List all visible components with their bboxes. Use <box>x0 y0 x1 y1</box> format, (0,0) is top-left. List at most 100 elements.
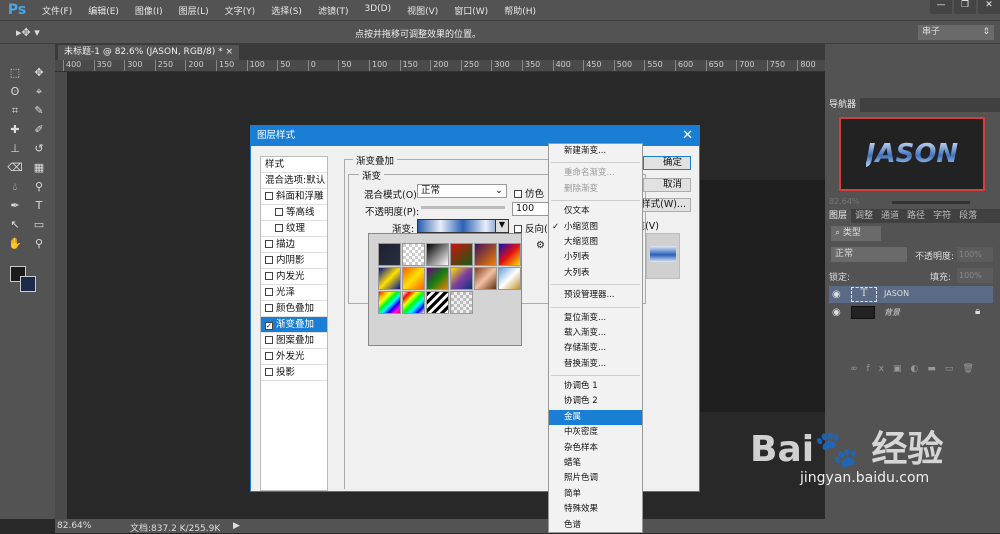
history-brush-tool-icon[interactable]: ↺ <box>30 142 48 158</box>
menu-item[interactable]: 小缩览图 ✓ <box>549 220 642 235</box>
shape-tool-icon[interactable]: ▭ <box>30 218 48 234</box>
checkbox[interactable] <box>275 208 283 216</box>
menu-4[interactable]: 文字(Y) <box>217 4 264 17</box>
menu-item[interactable]: 新建渐变... <box>549 144 642 159</box>
style-item[interactable]: 斜面和浮雕 <box>261 189 327 205</box>
dodge-tool-icon[interactable]: ⚲ <box>30 180 48 196</box>
menu-item[interactable]: 存储渐变... <box>549 341 642 356</box>
menu-item[interactable]: 载入渐变... <box>549 326 642 341</box>
layer-filter-select[interactable]: ⌕ 类型 <box>831 226 881 241</box>
menu-6[interactable]: 滤镜(T) <box>310 4 357 17</box>
zoom-tool-icon[interactable]: ⚲ <box>30 237 48 253</box>
menu-9[interactable]: 窗口(W) <box>446 4 496 17</box>
tab-layers-4[interactable]: 字符 <box>929 209 955 223</box>
checkbox[interactable] <box>265 192 273 200</box>
menu-item[interactable]: 中灰密度 <box>549 425 642 440</box>
menu-1[interactable]: 编辑(E) <box>80 4 127 17</box>
lasso-tool-icon[interactable]: ʘ <box>6 85 24 101</box>
cancel-button[interactable]: 取消 <box>643 178 691 192</box>
menu-5[interactable]: 选择(S) <box>263 4 310 17</box>
menu-item[interactable]: 蜡笔 <box>549 456 642 471</box>
marquee-tool-icon[interactable]: ⬚ <box>6 66 24 82</box>
minimize-button[interactable]: — <box>930 0 952 14</box>
menu-8[interactable]: 视图(V) <box>399 4 446 17</box>
gradient-preset-swatch[interactable] <box>402 291 425 314</box>
blend-mode-select[interactable]: 正常 ⌄ <box>417 184 507 198</box>
brush-tool-icon[interactable]: ✐ <box>30 123 48 139</box>
gradient-preset-swatch[interactable] <box>450 267 473 290</box>
style-item[interactable]: 描边 <box>261 237 327 253</box>
gradient-preset-swatch[interactable] <box>474 243 497 266</box>
checkbox[interactable] <box>265 368 273 376</box>
style-item[interactable]: 等高线 <box>261 205 327 221</box>
dither-checkbox[interactable]: 仿色 <box>514 186 544 200</box>
layer-actions[interactable]: ∞fx▣◐▬▭🗑︎ <box>850 364 983 374</box>
checkbox[interactable] <box>275 224 283 232</box>
menu-7[interactable]: 3D(D) <box>356 4 399 17</box>
document-tab[interactable]: 未标题-1 @ 82.6% (JASON, RGB/8) * × <box>58 45 240 60</box>
checkbox[interactable] <box>265 272 273 280</box>
zoom-level[interactable]: 82.64% <box>57 521 91 531</box>
gradient-preset-swatch[interactable] <box>426 267 449 290</box>
style-item[interactable]: 光泽 <box>261 285 327 301</box>
checkbox[interactable] <box>265 352 273 360</box>
style-item[interactable]: 样式 <box>261 157 327 173</box>
gradient-preset-swatch[interactable] <box>498 243 521 266</box>
menu-item[interactable]: 小列表 <box>549 250 642 265</box>
blur-tool-icon[interactable]: 💧︎ <box>6 180 24 196</box>
tab-navigator[interactable]: 导航器 <box>825 98 861 112</box>
menu-item[interactable]: 协调色 2 <box>549 394 642 409</box>
checkbox[interactable]: ✓ <box>265 322 273 330</box>
menu-item[interactable]: 大缩览图 <box>549 235 642 250</box>
menu-item[interactable]: 重命名渐变... <box>549 166 642 181</box>
gradient-preset-swatch[interactable] <box>378 267 401 290</box>
tab-layers-2[interactable]: 通道 <box>877 209 903 223</box>
menu-item[interactable]: 删除渐变 <box>549 182 642 197</box>
layer-row[interactable]: ◉ T JASON <box>829 286 993 303</box>
layer-row[interactable]: ◉ 背景 🔒︎ <box>829 304 993 321</box>
move-tool-icon[interactable]: ✥ <box>30 66 48 82</box>
move-tool-icon[interactable]: ▸✥ ▾ <box>16 26 40 39</box>
stamp-tool-icon[interactable]: ⊥ <box>6 142 24 158</box>
gradient-preset-swatch[interactable] <box>378 291 401 314</box>
gradient-preset-swatch[interactable] <box>450 291 473 314</box>
status-menu-arrow-icon[interactable]: ▶ <box>233 521 240 531</box>
close-window-button[interactable]: ✕ <box>978 0 1000 14</box>
menu-item[interactable]: 协调色 1 <box>549 379 642 394</box>
menu-item[interactable]: 简单 <box>549 487 642 502</box>
checkbox[interactable] <box>265 240 273 248</box>
opacity-slider[interactable] <box>421 206 505 209</box>
gradient-preset-swatch[interactable] <box>402 243 425 266</box>
checkbox[interactable] <box>265 304 273 312</box>
tab-layers-0[interactable]: 图层 <box>825 209 852 223</box>
healing-tool-icon[interactable]: ✚ <box>6 123 24 139</box>
style-item[interactable]: ✓ 渐变叠加 <box>261 317 327 333</box>
tab-layers-1[interactable]: 调整 <box>851 209 877 223</box>
eraser-tool-icon[interactable]: ⌫ <box>6 161 24 177</box>
hand-tool-icon[interactable]: ✋ <box>6 237 24 253</box>
menu-item[interactable]: 预设管理器... <box>549 288 642 303</box>
style-item[interactable]: 混合选项:默认 <box>261 173 327 189</box>
restore-button[interactable]: ❐ <box>954 0 976 14</box>
navigator-zoom[interactable]: 82.64% <box>829 197 860 206</box>
menu-item[interactable]: 色谱 <box>549 518 642 533</box>
menu-3[interactable]: 图层(L) <box>171 4 217 17</box>
gradient-preset-swatch[interactable] <box>450 243 473 266</box>
gear-icon[interactable]: ⚙ <box>536 240 545 251</box>
checkbox[interactable] <box>265 288 273 296</box>
gradient-tool-icon[interactable]: ▦ <box>30 161 48 177</box>
navigator-zoom-slider[interactable] <box>892 201 970 204</box>
menu-0[interactable]: 文件(F) <box>34 4 80 17</box>
menu-item[interactable]: 替换渐变... <box>549 357 642 372</box>
navigator-preview[interactable]: JASON <box>839 117 985 191</box>
tab-layers-5[interactable]: 段落 <box>955 209 981 223</box>
gradient-preset-swatch[interactable] <box>426 291 449 314</box>
pen-tool-icon[interactable]: ✒ <box>6 199 24 215</box>
background-color-swatch[interactable] <box>20 276 36 292</box>
style-item[interactable]: 内发光 <box>261 269 327 285</box>
menu-item[interactable]: 复位渐变... <box>549 311 642 326</box>
menu-item[interactable]: 仅文本 <box>549 204 642 219</box>
menu-2[interactable]: 图像(I) <box>127 4 171 17</box>
style-item[interactable]: 内阴影 <box>261 253 327 269</box>
menu-10[interactable]: 帮助(H) <box>496 4 544 17</box>
